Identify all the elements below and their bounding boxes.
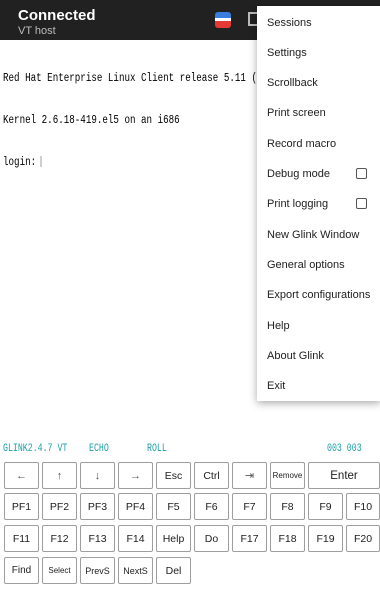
key-f7[interactable]: F7 <box>232 493 267 520</box>
key-f14[interactable]: F14 <box>118 525 153 552</box>
menu-item-general-options[interactable]: General options <box>267 250 380 280</box>
menu-item-sessions[interactable]: Sessions <box>267 8 380 38</box>
login-prompt: login: <box>3 156 37 169</box>
us-flag-icon[interactable] <box>215 12 231 28</box>
key-right-arrow[interactable]: → <box>118 462 153 489</box>
key-del[interactable]: Del <box>156 557 191 584</box>
debug-mode-checkbox[interactable] <box>356 168 367 179</box>
menu-item-export-configurations[interactable]: Export configurations <box>267 280 380 310</box>
key-next-screen[interactable]: NextS <box>118 557 153 584</box>
key-help[interactable]: Help <box>156 525 191 552</box>
key-pf2[interactable]: PF2 <box>42 493 77 520</box>
status-echo: ECHO <box>89 443 109 455</box>
key-f8[interactable]: F8 <box>270 493 305 520</box>
menu-item-scrollback[interactable]: Scrollback <box>267 68 380 98</box>
menu-item-about-glink[interactable]: About Glink <box>267 341 380 371</box>
key-up-arrow[interactable]: ↑ <box>42 462 77 489</box>
menu-item-debug-mode[interactable]: Debug mode <box>267 159 380 189</box>
text-cursor <box>40 156 42 168</box>
key-f9[interactable]: F9 <box>308 493 343 520</box>
function-keyboard: ← ↑ ↓ → Esc Ctrl ⇥ Remove Enter PF1 PF2 … <box>0 458 380 589</box>
connection-status: Connected <box>18 7 96 24</box>
key-ctrl[interactable]: Ctrl <box>194 462 229 489</box>
menu-item-new-glink-window[interactable]: New Glink Window <box>267 220 380 250</box>
key-f19[interactable]: F19 <box>308 525 343 552</box>
key-f18[interactable]: F18 <box>270 525 305 552</box>
status-version: GLINK2.4.7 VT <box>3 443 68 455</box>
key-left-arrow[interactable]: ← <box>4 462 39 489</box>
key-esc[interactable]: Esc <box>156 462 191 489</box>
key-f13[interactable]: F13 <box>80 525 115 552</box>
host-type: VT host <box>18 25 56 37</box>
overflow-menu: Sessions Settings Scrollback Print scree… <box>257 6 380 401</box>
key-f17[interactable]: F17 <box>232 525 267 552</box>
key-f6[interactable]: F6 <box>194 493 229 520</box>
menu-item-print-logging[interactable]: Print logging <box>267 189 380 219</box>
status-cursor-position: 003 003 <box>327 443 362 455</box>
key-f10[interactable]: F10 <box>346 493 380 520</box>
menu-item-help[interactable]: Help <box>267 311 380 341</box>
key-f12[interactable]: F12 <box>42 525 77 552</box>
key-pf1[interactable]: PF1 <box>4 493 39 520</box>
print-logging-checkbox[interactable] <box>356 198 367 209</box>
status-line: GLINK2.4.7 VT ECHO ROLL 003 003 <box>3 443 380 457</box>
key-prev-screen[interactable]: PrevS <box>80 557 115 584</box>
key-f5[interactable]: F5 <box>156 493 191 520</box>
key-f11[interactable]: F11 <box>4 525 39 552</box>
key-tab[interactable]: ⇥ <box>232 462 267 489</box>
menu-item-settings[interactable]: Settings <box>267 38 380 68</box>
status-roll: ROLL <box>147 443 167 455</box>
menu-item-record-macro[interactable]: Record macro <box>267 129 380 159</box>
key-select[interactable]: Select <box>42 557 77 584</box>
key-pf3[interactable]: PF3 <box>80 493 115 520</box>
key-do[interactable]: Do <box>194 525 229 552</box>
menu-item-exit[interactable]: Exit <box>267 371 380 401</box>
menu-item-print-screen[interactable]: Print screen <box>267 98 380 128</box>
key-f20[interactable]: F20 <box>346 525 380 552</box>
key-remove[interactable]: Remove <box>270 462 305 489</box>
key-down-arrow[interactable]: ↓ <box>80 462 115 489</box>
key-find[interactable]: Find <box>4 557 39 584</box>
key-pf4[interactable]: PF4 <box>118 493 153 520</box>
key-enter[interactable]: Enter <box>308 462 380 489</box>
